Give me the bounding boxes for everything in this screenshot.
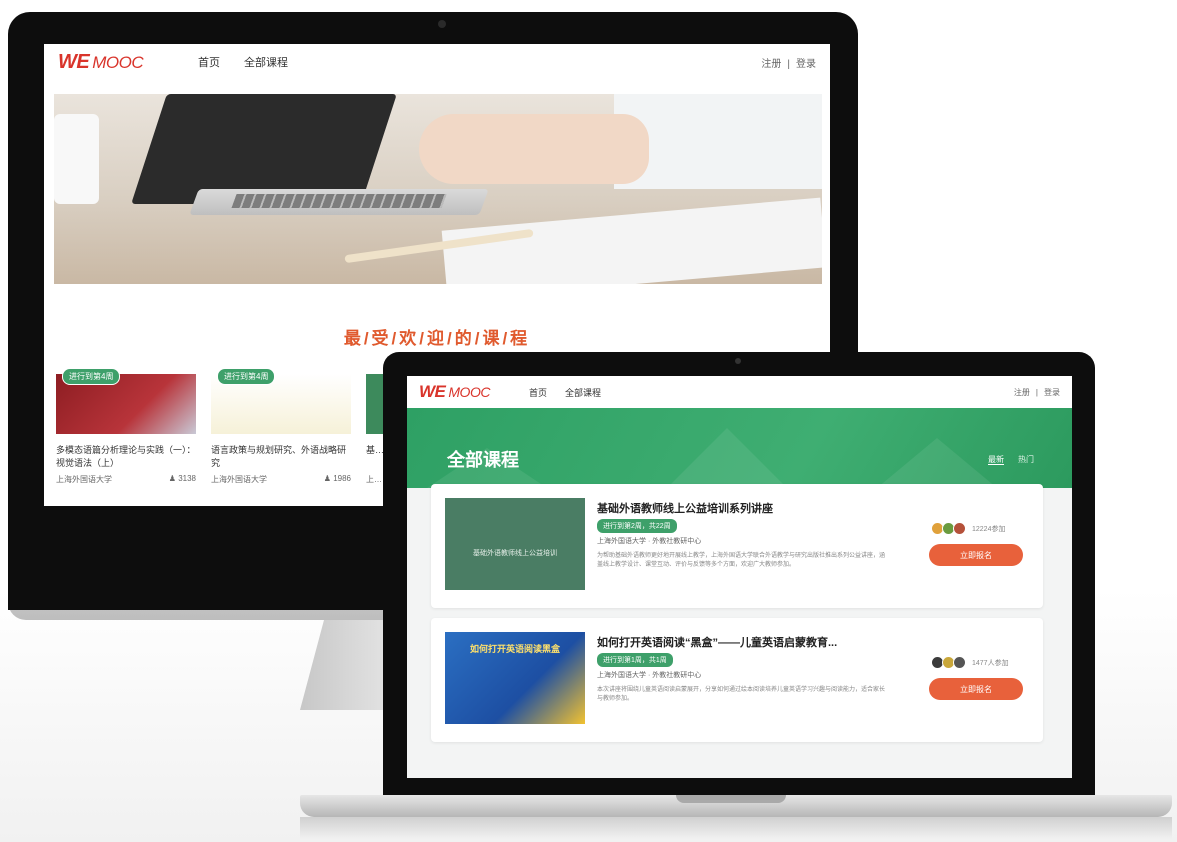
course-title[interactable]: 基础外语教师线上公益培训系列讲座 <box>597 500 917 516</box>
enroll-button[interactable]: 立即报名 <box>929 544 1023 566</box>
course-meta: 上海外国语大学 ♟ 3138 <box>56 474 196 485</box>
status-badge: 进行到第2周，共22周 <box>597 519 677 533</box>
auth-links: 注册 | 登录 <box>755 55 816 70</box>
desktop-navbar: WE MOOC 首页 全部课程 注册 | 登录 <box>44 44 830 80</box>
laptop-screen: WE MOOC 首页 全部课程 注册 | 登录 全部课程 最新 热门 基础外语教师线上公… <box>407 376 1072 778</box>
logo-we: WE <box>419 382 446 401</box>
banner-decoration <box>667 428 787 488</box>
sort-tabs: 最新 热门 <box>974 454 1034 465</box>
hero-keyboard <box>231 194 447 208</box>
auth-links: 注册 | 登录 <box>1008 387 1060 398</box>
nav-all-courses[interactable]: 全部课程 <box>565 386 601 399</box>
register-link[interactable]: 注册 <box>761 59 781 70</box>
hero-hand <box>419 114 649 184</box>
laptop-base-reflection <box>300 817 1172 839</box>
course-list-item[interactable]: 基础外语教师线上公益培训 基础外语教师线上公益培训系列讲座 进行到第2周，共22… <box>431 484 1043 608</box>
learner-count: ♟ 1986 <box>324 474 351 485</box>
login-link[interactable]: 登录 <box>1044 388 1060 397</box>
person-icon: ♟ <box>323 474 331 483</box>
sort-latest-tab[interactable]: 最新 <box>988 455 1004 465</box>
laptop-camera <box>735 358 741 364</box>
wemooc-logo[interactable]: WE MOOC <box>58 51 198 74</box>
login-link[interactable]: 登录 <box>796 59 816 70</box>
popular-courses-heading: 最/受/欢/迎/的/课/程 <box>343 329 531 348</box>
thumbnail-caption: 如何打开英语阅读黑盒 <box>469 644 560 654</box>
course-school: 上海外国语大学 · 外教社教研中心 <box>597 538 702 545</box>
learner-avatars: 1477人参加 <box>931 656 1009 669</box>
learner-count-value: 1986 <box>333 474 351 483</box>
sort-hot-tab[interactable]: 热门 <box>1018 455 1034 464</box>
status-badge: 进行到第1周，共1周 <box>597 653 673 667</box>
course-description: 为帮助基础外语教师更好地开展线上教学，上海外国语大学联合外语教学与研究出版社推出… <box>597 553 886 568</box>
learner-count: ♟ 3138 <box>169 474 196 485</box>
register-link[interactable]: 注册 <box>1014 388 1030 397</box>
course-description: 本次讲座将围绕儿童英语阅读启蒙展开，分享如何通过绘本阅读培养儿童英语学习兴趣与阅… <box>597 687 886 702</box>
laptop-notch <box>676 795 786 803</box>
learner-count-value: 3138 <box>178 474 196 483</box>
logo-mooc: MOOC <box>92 52 144 72</box>
nav-all-courses[interactable]: 全部课程 <box>244 54 288 70</box>
page-title: 全部课程 <box>447 450 519 470</box>
course-thumbnail: 进行到第4周 <box>56 368 196 434</box>
person-icon: ♟ <box>168 474 176 483</box>
course-school: 上海外国语大学 <box>56 475 112 484</box>
avatar <box>953 522 966 535</box>
auth-separator: | <box>1035 387 1038 397</box>
enroll-button[interactable]: 立即报名 <box>929 678 1023 700</box>
all-courses-banner: 全部课程 最新 热门 <box>407 408 1072 488</box>
promo-stage: WE MOOC 首页 全部课程 注册 | 登录 最/受/欢/迎/的/课/程 进行到第4… <box>0 0 1177 842</box>
course-thumbnail[interactable]: 基础外语教师线上公益培训 <box>445 498 585 590</box>
course-meta: 上海外国语大学 ♟ 1986 <box>211 474 351 485</box>
enrolled-count: 1477人参加 <box>972 659 1009 667</box>
course-school: 上海外国语大学 · 外教社教研中心 <box>597 672 702 679</box>
coffee-cup-shape <box>54 114 99 204</box>
course-list-item[interactable]: 如何打开英语阅读黑盒 如何打开英语阅读“黑盒”——儿童英语启蒙教育... 进行到… <box>431 618 1043 742</box>
hero-laptop-lid <box>131 94 397 204</box>
wemooc-logo[interactable]: WE MOOC <box>419 382 529 402</box>
course-thumbnail: 进行到第4周 <box>211 368 351 434</box>
thumbnail-caption: 基础外语教师线上公益培训 <box>473 550 557 557</box>
course-title: 多模态语篇分析理论与实践（一）：视觉语法（上） <box>56 445 196 468</box>
avatar <box>953 656 966 669</box>
laptop-navbar: WE MOOC 首页 全部课程 注册 | 登录 <box>407 376 1072 408</box>
learner-avatars: 12224参加 <box>931 522 1005 535</box>
course-card[interactable]: 进行到第4周 多模态语篇分析理论与实践（一）：视觉语法（上） 上海外国语大学 ♟… <box>56 366 196 506</box>
course-school: 上… <box>366 475 382 484</box>
status-badge: 进行到第4周 <box>217 368 276 385</box>
course-card[interactable]: 进行到第4周 语言政策与规划研究、外语战略研究 上海外国语大学 ♟ 1986 <box>211 366 351 506</box>
logo-mooc: MOOC <box>448 384 490 400</box>
imac-camera <box>438 20 446 28</box>
enrolled-count: 12224参加 <box>972 525 1006 533</box>
course-school: 上海外国语大学 <box>211 475 267 484</box>
course-list: 基础外语教师线上公益培训 基础外语教师线上公益培训系列讲座 进行到第2周，共22… <box>431 484 1043 752</box>
course-title: 语言政策与规划研究、外语战略研究 <box>211 445 347 468</box>
nav-home[interactable]: 首页 <box>198 54 220 70</box>
course-thumbnail[interactable]: 如何打开英语阅读黑盒 <box>445 632 585 724</box>
logo-we: WE <box>58 50 90 73</box>
auth-separator: | <box>787 58 790 70</box>
status-badge: 进行到第4周 <box>62 368 121 385</box>
hero-banner-image[interactable] <box>54 94 822 284</box>
nav-home[interactable]: 首页 <box>529 386 547 399</box>
course-title[interactable]: 如何打开英语阅读“黑盒”——儿童英语启蒙教育... <box>597 634 917 650</box>
